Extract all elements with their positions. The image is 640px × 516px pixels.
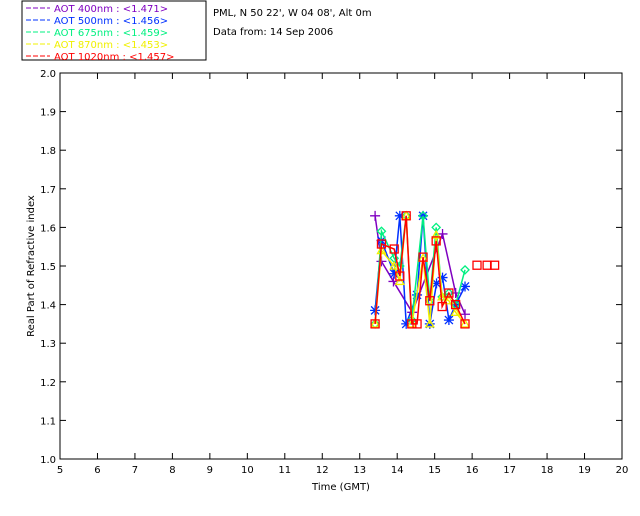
x-tick-label: 17 <box>503 465 516 476</box>
y-axis-label: Real Part of Refractive index <box>26 195 37 337</box>
legend-entry: AOT 675nm : <1.459> <box>54 28 168 39</box>
x-axis-label: Time (GMT) <box>311 482 370 493</box>
y-tick-label: 1.2 <box>40 378 56 389</box>
x-tick-label: 18 <box>541 465 554 476</box>
y-tick-label: 1.8 <box>40 146 56 157</box>
y-tick-label: 2.0 <box>40 69 56 80</box>
legend-entry: AOT 500nm : <1.456> <box>54 16 168 27</box>
legend-entry: AOT 1020nm : <1.457> <box>54 52 174 63</box>
data-point-asterisk <box>443 315 454 326</box>
y-tick-label: 1.1 <box>40 416 56 427</box>
y-tick-label: 1.6 <box>40 223 56 234</box>
y-tick-label: 1.4 <box>40 301 56 312</box>
x-tick-label: 10 <box>241 465 254 476</box>
data-point-square <box>489 260 500 270</box>
x-tick-label: 11 <box>278 465 291 476</box>
x-tick-label: 7 <box>132 465 138 476</box>
site-label: PML, N 50 22', W 04 08', Alt 0m <box>213 8 372 19</box>
chart: AOT 400nm : <1.471> AOT 500nm : <1.456> AO… <box>0 0 640 512</box>
legend: AOT 400nm : <1.471>AOT 500nm : <1.456>AO… <box>26 4 174 63</box>
x-tick-label: 15 <box>428 465 441 476</box>
x-tick-label: 8 <box>169 465 175 476</box>
data-point-plus <box>370 210 381 221</box>
y-tick-label: 1.5 <box>40 262 56 273</box>
legend-entry: AOT 400nm : <1.471> <box>54 4 168 15</box>
x-tick-label: 16 <box>466 465 479 476</box>
data-point-square <box>472 260 482 270</box>
y-tick-label: 1.7 <box>40 185 56 196</box>
data-point-square <box>482 260 492 270</box>
x-tick-label: 20 <box>616 465 629 476</box>
x-tick-label: 12 <box>316 465 329 476</box>
x-tick-label: 9 <box>207 465 213 476</box>
x-tick-label: 14 <box>391 465 404 476</box>
x-tick-label: 19 <box>578 465 591 476</box>
date-label: Data from: 14 Sep 2006 <box>213 27 333 38</box>
y-tick-label: 1.0 <box>40 455 56 466</box>
chart-svg: AOT 400nm : <1.471>AOT 500nm : <1.456>AO… <box>21 0 629 493</box>
y-tick-label: 1.9 <box>40 108 56 119</box>
x-tick-label: 13 <box>353 465 366 476</box>
x-tick-label: 5 <box>57 465 63 476</box>
y-tick-label: 1.3 <box>40 339 56 350</box>
x-tick-label: 6 <box>94 465 100 476</box>
legend-entry: AOT 870nm : <1.453> <box>54 40 168 51</box>
plot-area <box>59 72 623 460</box>
